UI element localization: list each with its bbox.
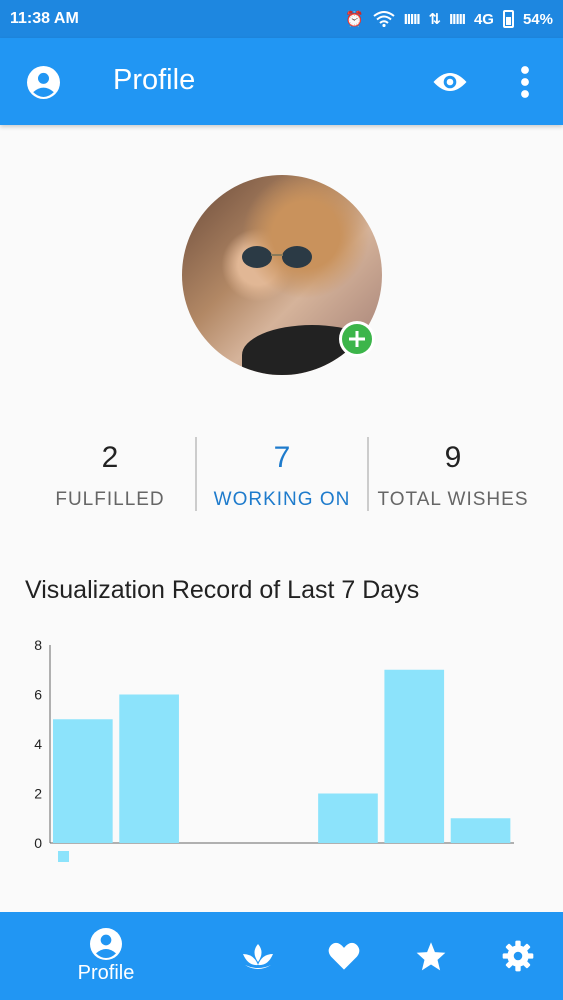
add-photo-button[interactable] [339,321,375,357]
stat-total-wishes-value: 9 [444,441,462,474]
stat-fulfilled[interactable]: 2 FULFILLED [24,435,196,525]
stat-working-on[interactable]: 7 WORKING ON [196,435,368,525]
y-tick-label: 4 [34,736,42,752]
y-tick-label: 8 [34,637,42,653]
stat-fulfilled-value: 2 [101,441,119,474]
bottom-navigation: Profile [0,912,563,1000]
status-time: 11:38 AM [10,10,79,27]
account-circle-icon [90,927,122,960]
nav-starred[interactable] [409,912,453,1000]
legend-swatch [58,851,69,862]
profile-avatar-container [182,175,382,375]
network-type: 4G [473,10,494,28]
stat-working-on-value: 7 [273,441,291,474]
battery-icon [502,10,514,28]
wifi-icon [373,11,395,27]
stat-fulfilled-label: FULFILLED [55,489,165,510]
more-vert-icon[interactable] [516,64,534,100]
chart-bar [119,694,179,843]
y-tick-label: 2 [34,786,42,802]
alarm-icon: ⏰ [345,11,364,28]
chart-bar [318,793,378,843]
y-tick-label: 0 [34,835,42,851]
chart-bar [384,669,445,843]
nav-settings[interactable] [496,912,540,1000]
nav-profile-label: Profile [77,961,135,984]
wish-stats: 2 FULFILLED 7 WORKING ON 9 TOTAL WISHES [24,435,538,525]
y-tick-label: 6 [34,687,42,703]
status-bar: 11:38 AM ⏰ IIIII ⇅ IIIII 4G 54% [0,0,563,38]
stat-total-wishes-label: TOTAL WISHES [377,489,529,510]
stat-total-wishes[interactable]: 9 TOTAL WISHES [368,435,538,525]
nav-profile[interactable]: Profile [58,912,154,1000]
nav-wishes[interactable] [236,912,280,1000]
app-bar: Profile [0,38,563,125]
heart-icon [328,942,360,970]
nav-favorites[interactable] [322,912,366,1000]
star-icon [416,942,446,971]
avatar-photo-detail [242,246,312,268]
stat-working-on-label: WORKING ON [213,489,351,510]
signal-icon-2: IIIII [449,10,466,28]
chart-bar [53,719,113,843]
gear-icon [502,940,534,972]
plus-icon [349,331,365,347]
visualization-bar-chart: 0 2 4 6 8 [34,637,514,862]
chart-bar [450,818,511,843]
eye-icon[interactable] [432,68,468,96]
account-circle-icon[interactable] [27,66,60,99]
chart-section-title: Visualization Record of Last 7 Days [25,576,420,604]
battery-level: 54% [522,10,553,28]
data-transfer-icon: ⇅ [428,11,442,28]
page-title: Profile [113,64,196,96]
signal-icon: IIIII [403,10,421,28]
status-icons: ⏰ IIIII ⇅ IIIII 4G 54% [345,10,553,28]
lotus-icon [243,944,273,969]
